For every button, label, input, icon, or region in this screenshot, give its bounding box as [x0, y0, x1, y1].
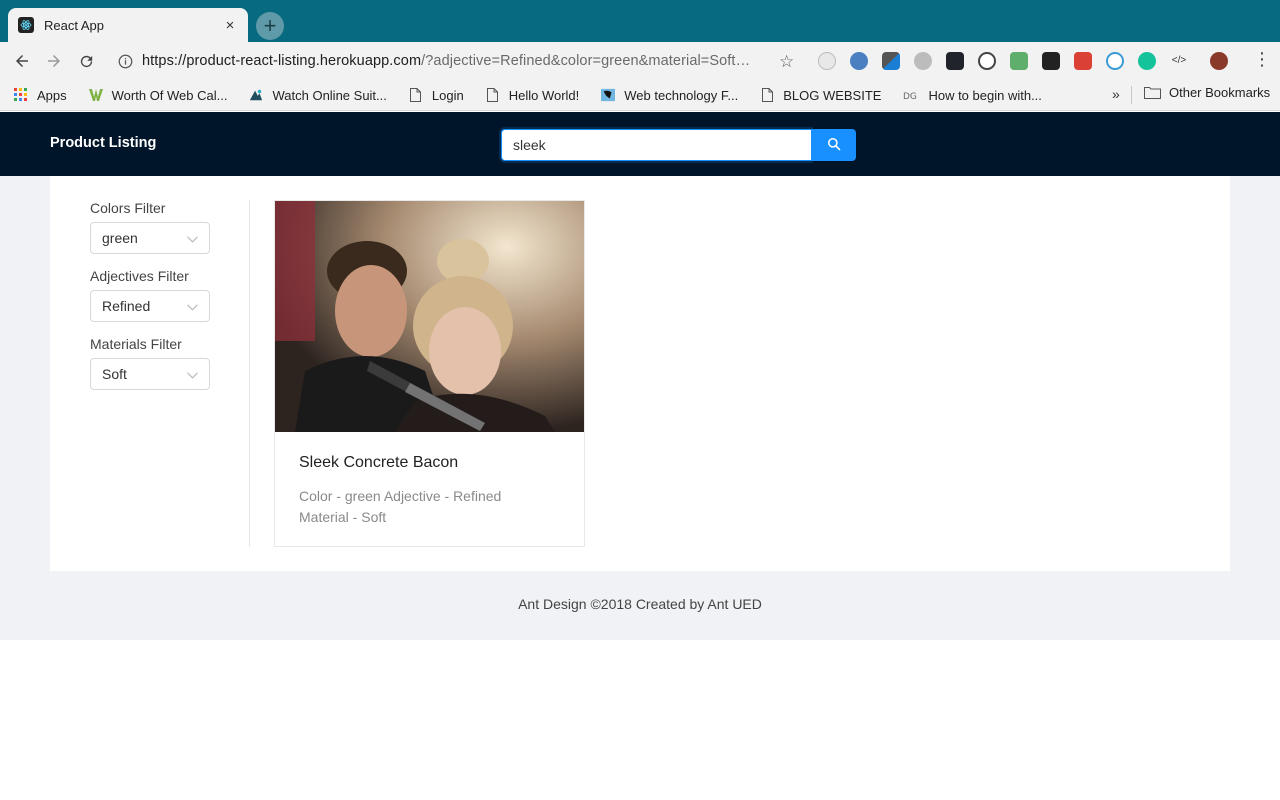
product-image [275, 201, 584, 432]
browser-tab[interactable]: React App × [8, 8, 248, 42]
folder-icon [1143, 86, 1161, 100]
extension-todoist-icon[interactable] [1074, 52, 1092, 70]
reload-icon[interactable] [70, 45, 102, 77]
back-icon[interactable] [6, 45, 38, 77]
apps-grid-icon [14, 88, 28, 102]
extension-dropper-icon[interactable] [882, 52, 900, 70]
product-card-body: Sleek Concrete Bacon Color - green Adjec… [275, 432, 584, 550]
app-logo[interactable]: Product Listing [50, 135, 156, 151]
extension-grammarly-icon[interactable] [1138, 52, 1156, 70]
materials-filter-select[interactable]: Soft [90, 358, 210, 390]
forward-icon[interactable] [38, 45, 70, 77]
url-text: https://product-react-listing.herokuapp.… [142, 53, 772, 69]
product-desc-line: Color - green Adjective - Refined [299, 488, 502, 504]
bookmark-how-to-begin[interactable]: DG How to begin with... [903, 88, 1041, 103]
main-content: Colors Filter green Adjectives Filter Re… [50, 176, 1230, 571]
profile-avatar[interactable] [1210, 52, 1228, 70]
bookmark-worth-of-web[interactable]: Worth Of Web Cal... [88, 87, 228, 103]
search-button[interactable] [811, 129, 856, 161]
extension-skype-icon[interactable] [914, 52, 932, 70]
extension-blue-icon[interactable] [850, 52, 868, 70]
watch-online-icon [249, 88, 263, 102]
tab-title: React App [44, 17, 104, 33]
bookmark-label: Watch Online Suit... [272, 87, 387, 103]
bookmarks-divider [1131, 86, 1132, 104]
product-title: Sleek Concrete Bacon [299, 454, 459, 471]
adjectives-filter-select[interactable]: Refined [90, 290, 210, 322]
extensions-row: </> [818, 51, 1242, 71]
bookmark-star-icon[interactable]: ☆ [779, 52, 794, 72]
extension-pen-icon[interactable] [1042, 52, 1060, 70]
adjectives-filter-label: Adjectives Filter [90, 268, 189, 284]
worth-of-web-icon [88, 88, 103, 102]
search-box [501, 129, 856, 161]
bookmark-watch-online[interactable]: Watch Online Suit... [249, 87, 387, 103]
extension-inbox-icon[interactable] [1010, 52, 1028, 70]
product-desc-line: Material - Soft [299, 509, 387, 525]
bookmarks-bar: Apps Worth Of Web Cal... Watch Online Su… [0, 80, 1280, 111]
materials-filter-value: Soft [102, 366, 127, 382]
extension-react-devtools-icon[interactable] [946, 52, 964, 70]
bookmark-label: BLOG WEBSITE [783, 87, 882, 103]
tab-close-icon[interactable]: × [222, 17, 238, 34]
bookmark-label: Worth Of Web Cal... [111, 87, 228, 103]
bookmark-apps[interactable]: Apps [14, 88, 67, 103]
bookmark-blog-website[interactable]: BLOG WEBSITE [760, 88, 881, 103]
browser-tabstrip: React App × + [0, 0, 1280, 42]
chevron-down-icon [187, 231, 198, 246]
materials-filter-label: Materials Filter [90, 336, 182, 352]
footer-text: Ant Design ©2018 Created by Ant UED [518, 596, 762, 612]
chevron-down-icon [187, 299, 198, 314]
bookmark-login[interactable]: Login [409, 88, 464, 103]
colors-filter-label: Colors Filter [90, 200, 166, 216]
sidebar-divider [249, 200, 250, 547]
bookmark-label: How to begin with... [928, 87, 1042, 103]
other-bookmarks-label: Other Bookmarks [1169, 85, 1271, 100]
colors-filter-select[interactable]: green [90, 222, 210, 254]
browser-toolbar: https://product-react-listing.herokuapp.… [0, 42, 1280, 80]
bookmark-hello-world[interactable]: Hello World! [486, 87, 580, 103]
bookmark-web-technology[interactable]: Web technology F... [601, 88, 738, 103]
extension-speed-icon[interactable] [978, 52, 996, 70]
app-layout: Colors Filter green Adjectives Filter Re… [0, 176, 1280, 640]
react-favicon-icon [18, 17, 34, 33]
dg-icon: DG [903, 88, 919, 102]
info-icon[interactable] [116, 52, 134, 70]
url-path: /?adjective=Refined&color=green&material… [421, 53, 751, 69]
page-icon [409, 88, 423, 102]
web-tech-icon [601, 88, 616, 102]
chevron-down-icon [187, 367, 198, 382]
product-card[interactable]: Sleek Concrete Bacon Color - green Adjec… [274, 200, 585, 547]
svg-text:DG: DG [903, 92, 917, 100]
address-bar[interactable]: https://product-react-listing.herokuapp.… [108, 46, 808, 76]
colors-filter-value: green [102, 230, 138, 246]
filters-sidebar: Colors Filter green Adjectives Filter Re… [90, 200, 250, 404]
extension-search-icon[interactable] [1106, 52, 1124, 70]
other-bookmarks[interactable]: Other Bookmarks [1143, 85, 1270, 100]
browser-menu-icon[interactable]: ⋮ [1253, 50, 1271, 68]
page-icon [486, 88, 500, 102]
search-icon [827, 137, 841, 154]
bookmark-label: Apps [37, 87, 67, 103]
url-host: https://product-react-listing.herokuapp.… [142, 53, 422, 69]
bookmark-label: Hello World! [508, 87, 580, 103]
new-tab-button[interactable]: + [256, 12, 284, 40]
page-icon [760, 88, 774, 102]
bookmark-label: Web technology F... [624, 87, 739, 103]
extension-clock-icon[interactable] [818, 52, 836, 70]
search-input[interactable] [501, 129, 811, 161]
product-description: Color - green Adjective - Refined Materi… [299, 486, 560, 528]
bookmark-label: Login [431, 87, 464, 103]
adjectives-filter-value: Refined [102, 298, 151, 314]
bookmarks-overflow-icon[interactable]: » [1112, 86, 1120, 102]
extension-code-icon[interactable]: </> [1170, 52, 1188, 70]
